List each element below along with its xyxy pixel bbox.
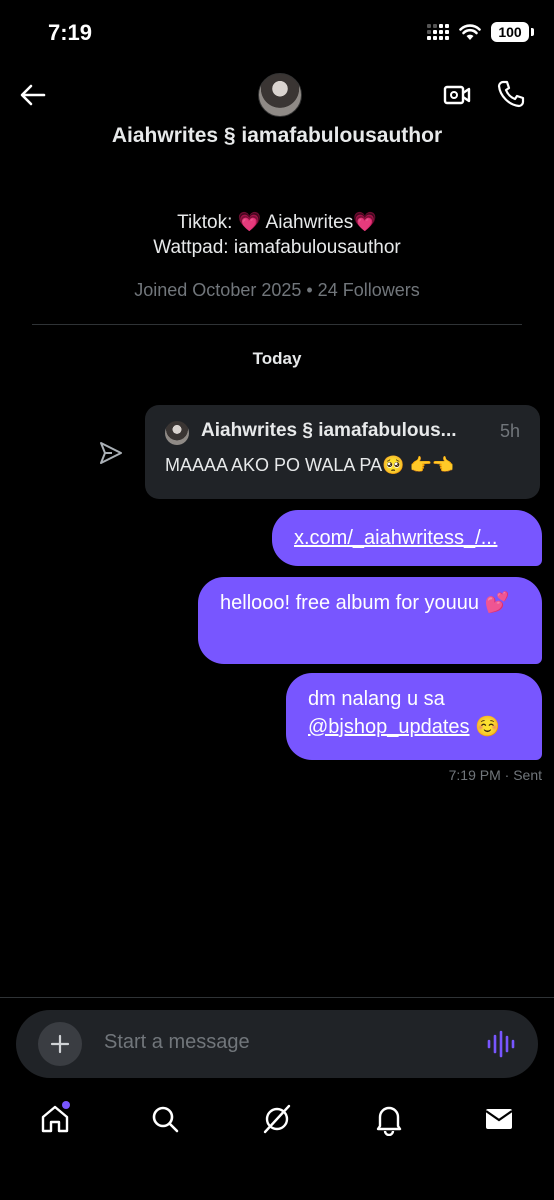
sent-time: 7:19 PM [448,767,501,783]
message-bubble-mention[interactable]: dm nalang u sa @bjshop_updates ☺️ [286,673,542,760]
composer-divider [0,997,554,998]
mention-link[interactable]: @bjshop_updates [308,716,470,738]
bio-line-tiktok: Tiktok: 💗 Aiahwrites💗 [177,212,377,233]
send-icon[interactable] [98,440,124,466]
voice-icon[interactable] [486,1030,516,1058]
header-divider [32,324,522,325]
profile-bio: Tiktok: 💗 Aiahwrites💗 Wattpad: iamafabul… [0,210,554,260]
message-bubble[interactable]: hellooo! free album for youuu 💕 [198,577,542,664]
wifi-icon [459,24,481,40]
message-input[interactable]: Start a message [104,1031,250,1054]
battery-indicator: 100 [491,22,529,42]
message-meta: 7:19 PM · Sent [449,767,542,783]
forwarded-time: 5h [499,421,520,441]
messages-icon[interactable] [482,1102,516,1136]
plus-icon [50,1034,70,1054]
home-notification-dot [62,1101,70,1109]
back-arrow-icon[interactable] [18,80,48,110]
conversation-title[interactable]: Aiahwrites § iamafabulousauthor [0,124,554,148]
sent-status: · Sent [504,767,542,783]
profile-avatar[interactable] [258,73,302,117]
battery-tip [531,28,534,36]
joined-followers: Joined October 2025 • 24 Followers [134,280,420,300]
status-icons: 100 [427,22,534,42]
message-composer[interactable]: Start a message [16,1010,538,1078]
message-text: hellooo! free album for youuu 💕 [220,592,510,614]
message-text: dm nalang u sa [308,688,445,710]
forwarded-author: Aiahwrites § iamafabulous... [201,420,457,441]
add-media-button[interactable] [38,1022,82,1066]
video-call-icon[interactable] [442,80,472,110]
phone-call-icon[interactable] [496,79,526,109]
forwarded-text: MAAAA AKO PO WALA PA🥺 👉👈 [165,455,455,475]
search-icon[interactable] [148,1102,182,1136]
date-separator: Today [252,349,302,368]
message-link[interactable]: x.com/_aiahwritess_/... [294,527,497,549]
message-emoji: ☺️ [469,716,501,738]
cellular-signal-icon [427,24,449,40]
notifications-icon[interactable] [372,1102,406,1136]
forwarded-message-card[interactable]: Aiahwrites § iamafabulous... 5h MAAAA AK… [145,405,540,499]
status-time: 7:19 [48,20,93,45]
grok-icon[interactable] [260,1102,294,1136]
forwarded-avatar [165,421,189,445]
bio-line-wattpad: Wattpad: iamafabulousauthor [153,237,401,258]
message-bubble-link[interactable]: x.com/_aiahwritess_/... [272,510,542,566]
